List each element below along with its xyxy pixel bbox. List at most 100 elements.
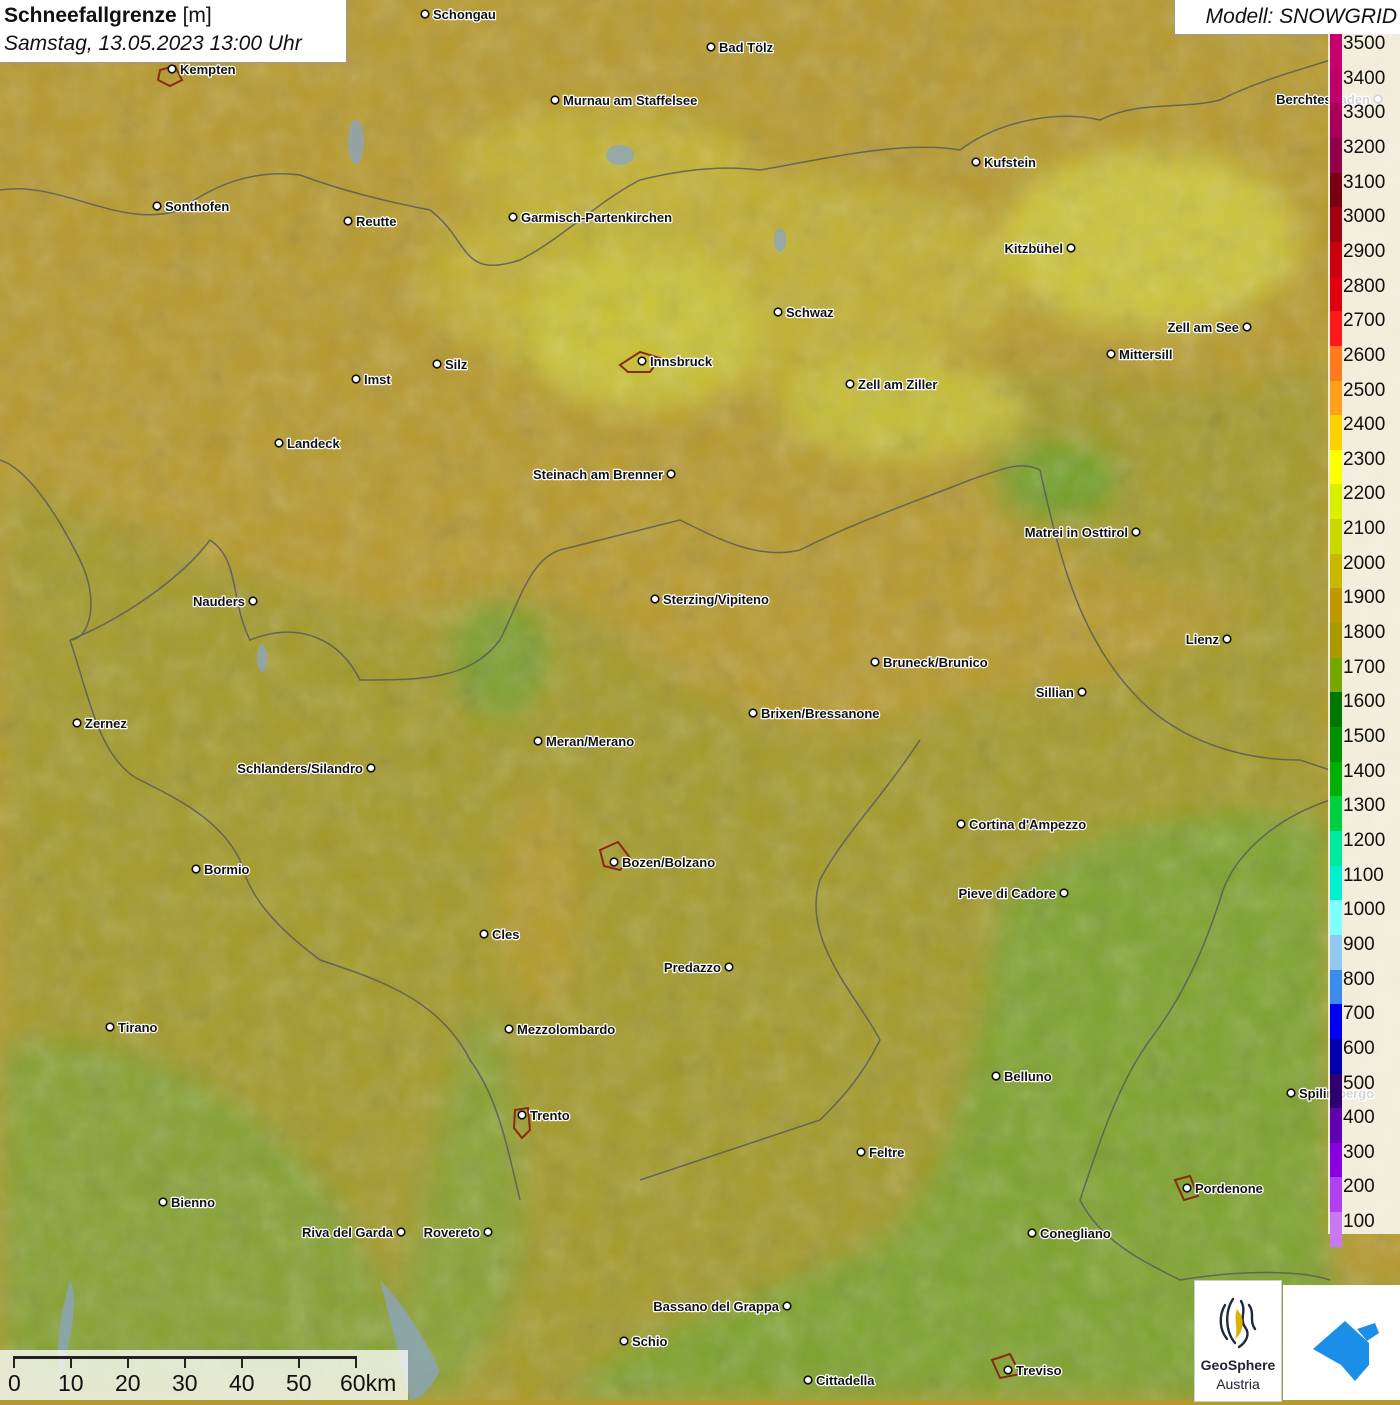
city-dot <box>650 594 660 604</box>
legend-label: 300 <box>1343 1141 1375 1163</box>
city-label: Bad Tölz <box>719 40 774 55</box>
city-dot <box>550 95 560 105</box>
city-label: Riva del Garda <box>302 1225 394 1240</box>
city-dot <box>1242 322 1252 332</box>
city-label: Cles <box>492 927 519 942</box>
city-label: Predazzo <box>664 960 721 975</box>
city-label: Belluno <box>1004 1069 1052 1084</box>
scale-tick <box>184 1356 186 1368</box>
city-marker: Brixen/Bressanone <box>748 705 881 722</box>
legend-label: 900 <box>1343 933 1375 955</box>
legend-swatch <box>1330 449 1342 485</box>
city-label: Treviso <box>1016 1363 1062 1378</box>
city-label: Rovereto <box>424 1225 480 1240</box>
city-dot <box>1027 1228 1037 1238</box>
city-dot <box>1131 527 1141 537</box>
city-dot <box>971 157 981 167</box>
city-dot <box>248 596 258 606</box>
city-dot <box>1286 1088 1296 1098</box>
legend-swatch <box>1330 830 1342 866</box>
model-box: Modell: SNOWGRID <box>1174 0 1400 35</box>
city-dot <box>432 359 442 369</box>
city-label: Schio <box>632 1334 667 1349</box>
city-dot <box>167 64 177 74</box>
legend-swatch <box>1330 1142 1342 1178</box>
city-dot <box>158 1197 168 1207</box>
scale-label: 30 <box>172 1370 198 1396</box>
city-dot <box>152 201 162 211</box>
city-label: Murnau am Staffelsee <box>563 93 697 108</box>
city-label: Bassano del Grappa <box>653 1299 779 1314</box>
city-dot <box>420 9 430 19</box>
city-dot <box>991 1071 1001 1081</box>
legend-label: 200 <box>1343 1176 1375 1198</box>
city-marker: Matrei in Osttirol <box>1023 524 1141 541</box>
city-dot <box>517 1110 527 1120</box>
city-dot <box>479 929 489 939</box>
scale-label: 20 <box>115 1370 141 1396</box>
legend-swatch <box>1330 761 1342 797</box>
city-label: Cittadella <box>816 1373 875 1388</box>
city-dot <box>1077 687 1087 697</box>
city-marker: Bozen/Bolzano <box>609 854 716 871</box>
city-dot <box>748 708 758 718</box>
city-label: Bozen/Bolzano <box>622 855 715 870</box>
scale-tick <box>355 1356 357 1368</box>
city-label: Feltre <box>869 1145 904 1160</box>
city-label: Trento <box>530 1108 570 1123</box>
scale-label: 40 <box>229 1370 255 1396</box>
map-title-text: Schneefallgrenze <box>4 4 177 27</box>
city-marker: Garmisch-Partenkirchen <box>508 209 673 226</box>
app-logo[interactable] <box>1283 1285 1400 1400</box>
city-dot <box>845 379 855 389</box>
model-label: Modell: SNOWGRID <box>1205 5 1397 28</box>
city-label: Imst <box>364 372 391 387</box>
city-dot <box>773 307 783 317</box>
legend-label: 500 <box>1343 1072 1375 1094</box>
city-dot <box>1222 634 1232 644</box>
city-dot <box>504 1024 514 1034</box>
scale-label: 10 <box>58 1370 84 1396</box>
city-marker: Pieve di Cadore <box>957 885 1069 902</box>
legend-label: 2600 <box>1343 344 1386 366</box>
legend-swatch <box>1330 172 1342 208</box>
legend-label: 2100 <box>1343 518 1386 540</box>
city-dot <box>1066 243 1076 253</box>
legend-label: 1900 <box>1343 587 1386 609</box>
legend-label: 700 <box>1343 1003 1375 1025</box>
city-dot <box>619 1336 629 1346</box>
geosphere-logo[interactable]: GeoSphere Austria <box>1194 1280 1282 1402</box>
snowline-map: Schongau Kempten Bad Tölz Murnau am Staffel… <box>0 0 1400 1400</box>
city-label: Innsbruck <box>650 354 713 369</box>
city-label: Reutte <box>356 214 396 229</box>
legend-label: 1600 <box>1343 691 1386 713</box>
scale-label: 50 <box>286 1370 312 1396</box>
city-dot <box>105 1022 115 1032</box>
scale-label: 0 <box>8 1370 21 1396</box>
legend-swatch <box>1330 241 1342 277</box>
city-label: Sterzing/Vipiteno <box>663 592 769 607</box>
legend-label: 1100 <box>1343 864 1384 886</box>
city-marker: Pordenone <box>1182 1180 1264 1197</box>
city-dot <box>782 1301 792 1311</box>
city-marker: Bassano del Grappa <box>652 1298 792 1315</box>
city-dot <box>856 1147 866 1157</box>
city-label: Brixen/Bressanone <box>761 706 880 721</box>
legend-swatch <box>1330 1108 1342 1143</box>
legend-label: 3400 <box>1343 67 1386 89</box>
legend-label: 2200 <box>1343 483 1386 505</box>
city-label: Schlanders/Silandro <box>237 761 363 776</box>
legend-label: 800 <box>1343 968 1375 990</box>
city-label: Tirano <box>118 1020 158 1035</box>
city-dot <box>483 1227 493 1237</box>
legend-label: 2400 <box>1343 414 1386 436</box>
city-dot <box>366 763 376 773</box>
city-label: Conegliano <box>1040 1226 1111 1241</box>
legend-swatch <box>1330 657 1342 693</box>
legend-swatch <box>1330 207 1342 242</box>
city-label: Schwaz <box>786 305 834 320</box>
city-label: Zell am Ziller <box>858 377 937 392</box>
city-label: Lienz <box>1186 632 1220 647</box>
legend-swatch <box>1330 137 1342 173</box>
legend-swatch <box>1330 865 1342 901</box>
